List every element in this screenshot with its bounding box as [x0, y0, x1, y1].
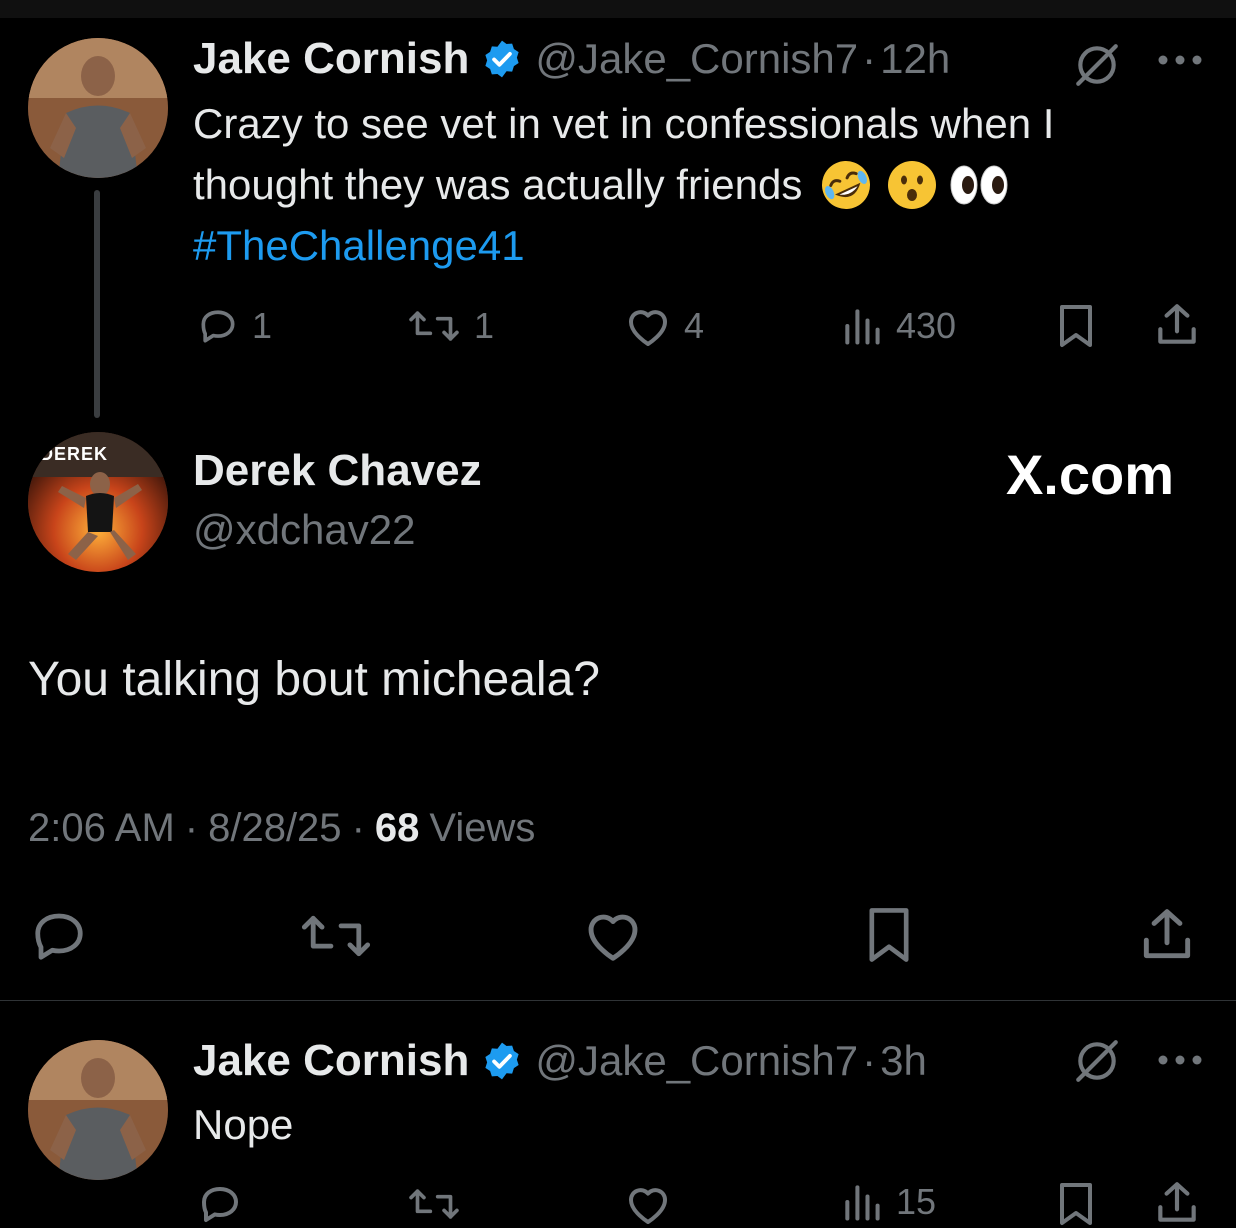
views-count: 430 [896, 305, 957, 346]
avatar-image [28, 1040, 168, 1180]
grok-icon[interactable] [1072, 1036, 1122, 1086]
avatar-jake-cornish[interactable] [28, 1040, 168, 1180]
author-handle[interactable]: @Jake_Cornish7 [535, 1037, 858, 1085]
like-count: 4 [684, 305, 705, 346]
views-icon [845, 309, 880, 345]
main-tweet-meta: 2:06 AM · 8/28/25 · 68 Views [28, 806, 535, 851]
bookmark-icon[interactable] [1054, 302, 1098, 350]
thread-line [94, 190, 100, 418]
verified-icon [485, 1042, 519, 1080]
tweet1-text-line1: Crazy to see vet in vet in confessionals… [193, 100, 1055, 147]
more-icon[interactable] [1155, 48, 1205, 72]
tweet-time[interactable]: 2:06 AM [28, 806, 175, 851]
author-name[interactable]: Jake Cornish [193, 34, 469, 84]
views-label: Views [429, 806, 536, 850]
reply-count: 1 [252, 305, 273, 346]
like-button[interactable]: 4 [624, 304, 704, 348]
verified-icon [485, 40, 519, 78]
retweet-icon[interactable] [298, 908, 374, 964]
tweet-time[interactable]: 12h [880, 35, 950, 83]
views-count: 15 [896, 1181, 937, 1222]
main-tweet-text: You talking bout micheala? [28, 653, 600, 706]
hashtag-link[interactable]: #TheChallenge41 [193, 215, 1193, 276]
avatar-image [28, 38, 168, 178]
heart-icon[interactable] [624, 1182, 672, 1226]
share-icon[interactable] [1152, 300, 1202, 350]
retweet-button[interactable]: 1 [406, 304, 494, 348]
avatar-derek-chavez[interactable]: DEREK [28, 432, 168, 572]
share-icon[interactable] [1152, 1178, 1202, 1228]
xcom-watermark: X.com [1005, 443, 1174, 506]
grok-icon[interactable] [1072, 40, 1122, 90]
status-bar [0, 0, 1236, 18]
more-icon[interactable] [1155, 1048, 1205, 1072]
tweet1-text: Crazy to see vet in vet in confessionals… [193, 93, 1193, 276]
separator-dot: · [862, 35, 877, 82]
author-name[interactable]: Derek Chavez [193, 446, 482, 496]
separator-dot: · [862, 1037, 877, 1084]
reply-icon[interactable] [196, 1180, 244, 1228]
rofl-emoji-icon [822, 160, 871, 209]
eyes-emoji-icon [950, 165, 1008, 204]
avatar-jake-cornish[interactable] [28, 38, 168, 178]
avatar-label: DEREK [40, 444, 109, 464]
reply-icon[interactable] [28, 906, 90, 966]
views-icon [845, 1185, 880, 1221]
share-icon[interactable] [1136, 904, 1198, 966]
tweet1-text-line2: thought they was actually friends [193, 161, 803, 208]
tweet1-text-line2-row: thought they was actually friends [193, 154, 1193, 215]
views-button[interactable]: 15 [840, 1180, 936, 1224]
bookmark-icon[interactable] [1054, 1180, 1098, 1228]
meta-dot: · [351, 806, 365, 850]
heart-icon [629, 310, 667, 346]
heart-icon[interactable] [582, 906, 644, 964]
hushed-face-emoji-icon [888, 160, 937, 209]
views-button[interactable]: 430 [840, 304, 956, 348]
author-handle[interactable]: @xdchav22 [193, 506, 415, 554]
tweet2-text: Nope [193, 1101, 294, 1148]
bookmark-icon[interactable] [862, 904, 916, 966]
divider [0, 1000, 1236, 1001]
retweet-count: 1 [474, 305, 495, 346]
tweet2-header: Jake Cornish @Jake_Cornish7 · 3h [193, 1036, 927, 1086]
author-name[interactable]: Jake Cornish [193, 1036, 469, 1086]
retweet-icon [409, 311, 459, 341]
tweet-date[interactable]: 8/28/25 [208, 806, 341, 851]
reply-icon [201, 310, 235, 343]
tweet-time[interactable]: 3h [880, 1037, 927, 1085]
tweet1-header: Jake Cornish @Jake_Cornish7 · 12h [193, 34, 950, 84]
reply-button[interactable]: 1 [196, 304, 272, 348]
author-handle[interactable]: @Jake_Cornish7 [535, 35, 858, 83]
meta-dot: · [184, 806, 199, 850]
views-count: 68 [374, 806, 420, 850]
retweet-icon[interactable] [406, 1182, 462, 1226]
